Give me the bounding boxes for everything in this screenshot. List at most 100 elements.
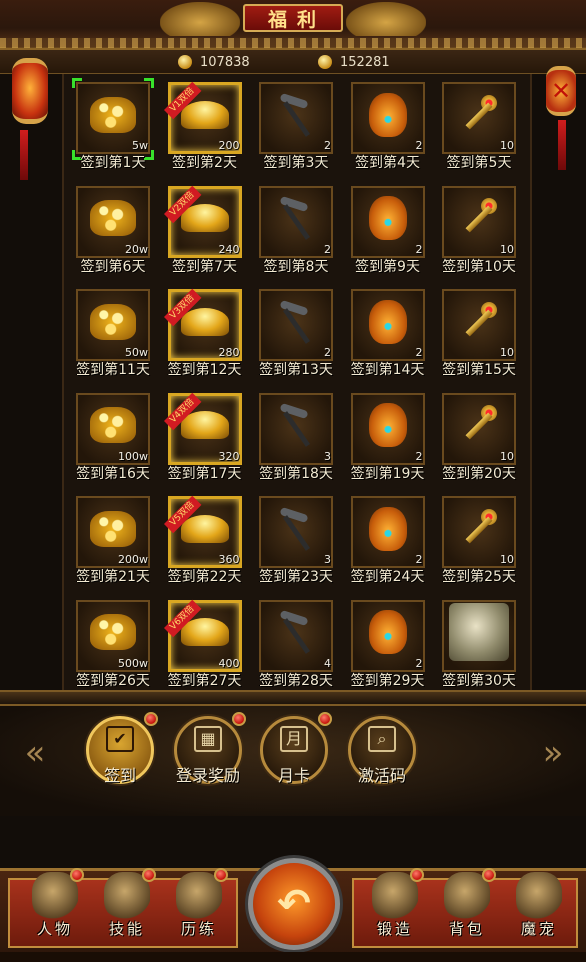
tab-month-card[interactable]: 月月卡	[256, 712, 332, 792]
dragon-ornament-right	[346, 2, 426, 36]
reward-slot	[259, 496, 333, 568]
reward-quantity: 2	[415, 242, 423, 256]
reward-cell[interactable]: 10 签到第20天	[436, 387, 522, 485]
reward-quantity: 2	[415, 553, 423, 566]
nav-skill[interactable]: 技能	[94, 866, 160, 950]
treasure-bag-icon	[368, 610, 407, 655]
nav-label: 人物	[36, 920, 73, 938]
reward-cell[interactable]: 10 签到第10天	[436, 180, 522, 278]
tassel-left	[20, 130, 28, 180]
reward-cell[interactable]: 签到第30天	[436, 594, 522, 692]
reward-cell[interactable]: 2 签到第8天	[253, 180, 339, 278]
prev-arrow-button[interactable]: «	[22, 736, 48, 770]
nav-backpack[interactable]: 背包	[434, 866, 500, 950]
nav-training[interactable]: 历练	[166, 866, 232, 950]
reward-cell[interactable]: V1双倍 200 签到第2天	[162, 76, 248, 174]
notification-badge-icon	[214, 868, 228, 882]
reward-quantity: 10	[500, 139, 514, 152]
next-arrow-button[interactable]: »	[540, 736, 566, 770]
reward-quantity: 3	[324, 449, 331, 463]
gold-coins-icon	[90, 407, 136, 444]
reward-quantity: 50w	[125, 346, 148, 359]
magic-pet-icon	[516, 872, 562, 920]
reward-slot	[259, 599, 333, 672]
golden-key-icon	[457, 196, 501, 240]
tab-calendar-check[interactable]: ✔ 签到	[82, 712, 158, 792]
reward-quantity: 3	[324, 553, 331, 566]
selection-corner	[144, 78, 154, 88]
nav-character[interactable]: 人物	[22, 866, 88, 950]
day-label: 签到第5天	[446, 155, 512, 171]
dragon-ornament-left	[160, 2, 240, 36]
reward-quantity: 2	[415, 449, 423, 463]
day-label: 签到第19天	[350, 465, 425, 482]
page-title: 福利	[243, 4, 343, 32]
reward-cell[interactable]: 10 签到第5天	[436, 76, 522, 174]
reward-cell[interactable]: V6双倍 400 签到第27天	[162, 594, 248, 692]
day-label: 签到第13天	[259, 362, 333, 378]
reward-cell[interactable]: 2 签到第29天	[345, 594, 431, 692]
nav-label: 历练	[180, 920, 217, 938]
reward-cell[interactable]: V2双倍 240 签到第7天	[162, 180, 248, 278]
day-label: 签到第14天	[350, 362, 425, 378]
notification-badge-icon	[70, 868, 84, 882]
reward-cell[interactable]: 4 签到第28天	[253, 594, 339, 692]
reward-cell[interactable]: 2 签到第3天	[253, 76, 339, 174]
reward-quantity: 500w	[118, 656, 148, 670]
reward-cell[interactable]: 2 签到第4天	[345, 76, 431, 174]
reward-cell[interactable]: 2 签到第13天	[253, 283, 339, 381]
treasure-bag-icon	[368, 196, 407, 241]
notification-badge-icon	[410, 868, 424, 882]
reward-cell[interactable]: 3 签到第23天	[253, 490, 339, 588]
nav-label: 魔宠	[520, 920, 557, 938]
reward-cell[interactable]: 10 签到第25天	[436, 490, 522, 588]
reward-cell[interactable]: 2 签到第9天	[345, 180, 431, 278]
reward-cell[interactable]: 2 签到第14天	[345, 283, 431, 381]
day-label: 签到第17天	[167, 465, 242, 482]
day-label: 签到第6天	[80, 258, 146, 275]
day-label: 签到第22天	[167, 569, 242, 585]
reward-cell[interactable]: 10 签到第15天	[436, 283, 522, 381]
gold-coins-icon	[90, 510, 136, 547]
day-label: 签到第9天	[355, 258, 420, 275]
day-label: 签到第2天	[172, 155, 237, 171]
golden-key-icon	[457, 403, 501, 447]
gold-ingot-icon	[180, 514, 229, 543]
reward-cell[interactable]: 2 签到第24天	[345, 490, 431, 588]
nav-forge[interactable]: 锻造	[362, 866, 428, 950]
reward-quantity: 2	[324, 139, 331, 152]
reward-cell[interactable]: 500w 签到第26天	[70, 594, 156, 692]
reward-cell[interactable]: V4双倍 320 签到第17天	[162, 387, 248, 485]
reward-cell[interactable]: 5w 签到第1天	[70, 76, 156, 174]
reward-quantity: 10	[500, 449, 514, 463]
reward-slot	[350, 392, 425, 465]
day-label: 签到第10天	[442, 258, 516, 275]
gold-amount: 107838	[200, 54, 250, 70]
back-button[interactable]: ↶	[248, 858, 340, 950]
reward-quantity: 2	[415, 656, 423, 670]
reward-cell[interactable]: V5双倍 360 签到第22天	[162, 490, 248, 588]
reward-cell[interactable]: 200w 签到第21天	[70, 490, 156, 588]
lantern-left-icon	[12, 58, 48, 124]
monster-pet-icon	[449, 603, 509, 662]
tab-gift[interactable]: ▦ 登录奖励	[170, 712, 246, 792]
signin-reward-grid: 5w 签到第1天 V1双倍 200 签到第2天 2 签到第3天 2 签到第4天 10 签到第5天 20…	[62, 74, 532, 690]
reward-quantity: 20w	[125, 242, 148, 256]
reward-cell[interactable]: 2 签到第19天	[345, 387, 431, 485]
day-label: 签到第18天	[259, 465, 333, 482]
reward-slot	[350, 599, 425, 672]
reward-cell[interactable]: 3 签到第18天	[253, 387, 339, 485]
treasure-bag-icon	[368, 403, 407, 448]
back-arrow-icon: ↶	[277, 881, 311, 927]
day-label: 签到第20天	[442, 465, 516, 482]
tab-activation-code[interactable]: ⌕ 激活码	[344, 712, 420, 792]
reward-cell[interactable]: V3双倍 280 签到第12天	[162, 283, 248, 381]
reward-cell[interactable]: 100w 签到第16天	[70, 387, 156, 485]
reward-cell[interactable]: 50w 签到第11天	[70, 283, 156, 381]
day-label: 签到第30天	[442, 672, 516, 689]
reward-cell[interactable]: 20w 签到第6天	[70, 180, 156, 278]
nav-magic-pet[interactable]: 魔宠	[506, 866, 572, 950]
coin-currency: 152281	[318, 53, 390, 71]
close-button[interactable]: ✕	[546, 66, 576, 116]
treasure-bag-icon	[368, 299, 407, 344]
